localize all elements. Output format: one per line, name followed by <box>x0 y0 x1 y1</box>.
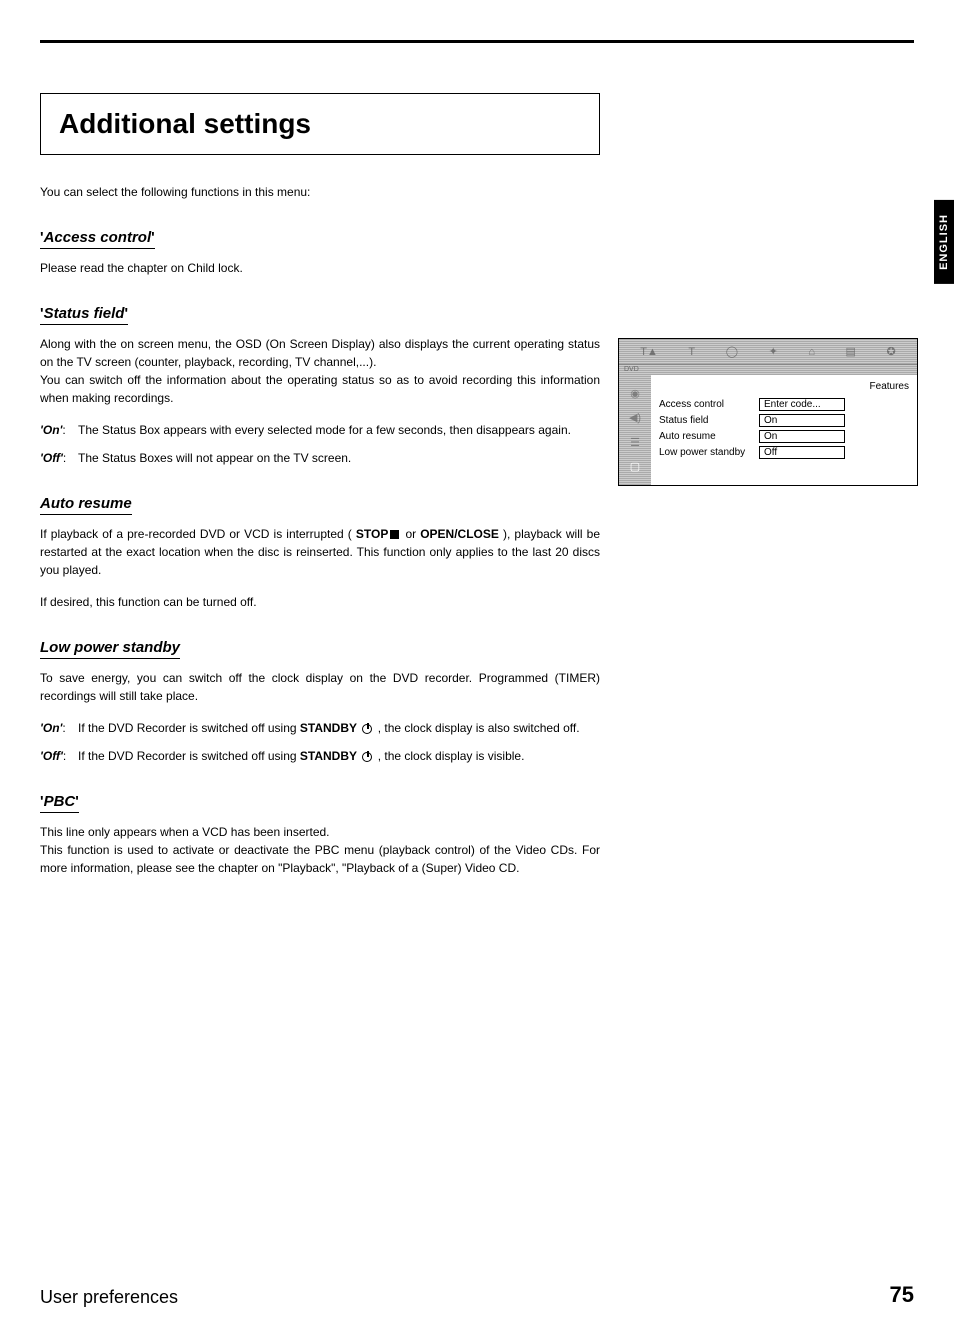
osd-dvd-label: DVD <box>619 365 917 375</box>
osd-top-icon: ✦ <box>769 345 778 358</box>
status-on-row: 'On': The Status Box appears with every … <box>40 421 600 439</box>
stop-icon <box>390 530 399 539</box>
osd-top-icon: ✪ <box>886 345 895 358</box>
osd-side-icon: ◉ <box>630 387 640 400</box>
footer-page-number: 75 <box>890 1282 914 1308</box>
osd-top-icon: ◯ <box>726 345 738 358</box>
osd-row: Status field On <box>659 414 909 427</box>
heading-auto-resume: Auto resume <box>40 495 132 515</box>
osd-top-icon: ▤ <box>846 345 856 358</box>
heading-pbc: 'PBC' <box>40 793 79 813</box>
access-control-body: Please read the chapter on Child lock. <box>40 259 600 277</box>
auto-resume-note: If desired, this function can be turned … <box>40 593 600 611</box>
status-field-body: Along with the on screen menu, the OSD (… <box>40 335 600 407</box>
page-title: Additional settings <box>59 108 581 140</box>
heading-status-field: 'Status field' <box>40 305 128 325</box>
section-status-field: 'Status field' Along with the on screen … <box>40 305 600 467</box>
status-off-row: 'Off': The Status Boxes will not appear … <box>40 449 600 467</box>
low-power-body: To save energy, you can switch off the c… <box>40 669 600 705</box>
osd-sidebar: ◉ ◀) ☰ ▢ <box>619 375 651 485</box>
standby-icon <box>362 724 372 734</box>
top-rule <box>40 40 914 43</box>
osd-top-icon: ⌂ <box>808 346 815 358</box>
low-power-off-row: 'Off': If the DVD Recorder is switched o… <box>40 747 600 765</box>
section-low-power: Low power standby To save energy, you ca… <box>40 639 600 765</box>
section-access-control: 'Access control' Please read the chapter… <box>40 229 600 277</box>
osd-top-bar: T▲ T ◯ ✦ ⌂ ▤ ✪ <box>619 339 917 365</box>
osd-top-icon: T <box>688 346 695 358</box>
osd-main: Features Access control Enter code... St… <box>651 375 917 485</box>
osd-row: Access control Enter code... <box>659 398 909 411</box>
standby-icon <box>362 752 372 762</box>
auto-resume-body: If playback of a pre-recorded DVD or VCD… <box>40 525 600 579</box>
title-box: Additional settings <box>40 93 600 155</box>
section-auto-resume: Auto resume If playback of a pre-recorde… <box>40 495 600 611</box>
heading-access-control: 'Access control' <box>40 229 155 249</box>
pbc-body: This line only appears when a VCD has be… <box>40 823 600 877</box>
footer-section-title: User preferences <box>40 1287 178 1308</box>
osd-side-icon: ☰ <box>630 436 640 449</box>
osd-heading: Features <box>659 381 909 392</box>
low-power-on-row: 'On': If the DVD Recorder is switched of… <box>40 719 600 737</box>
section-pbc: 'PBC' This line only appears when a VCD … <box>40 793 600 877</box>
language-tab: ENGLISH <box>934 200 954 284</box>
osd-side-icon: ◀) <box>629 411 641 424</box>
intro-text: You can select the following functions i… <box>40 185 600 199</box>
osd-top-icon: T▲ <box>640 346 658 358</box>
footer: User preferences 75 <box>40 1282 914 1308</box>
osd-row: Low power standby Off <box>659 446 909 459</box>
osd-side-icon-selected: ▢ <box>630 460 640 473</box>
content-column: Additional settings You can select the f… <box>40 93 600 877</box>
heading-low-power: Low power standby <box>40 639 180 659</box>
osd-preview: T▲ T ◯ ✦ ⌂ ▤ ✪ DVD ◉ ◀) ☰ ▢ Features Acc… <box>618 338 918 486</box>
osd-row: Auto resume On <box>659 430 909 443</box>
